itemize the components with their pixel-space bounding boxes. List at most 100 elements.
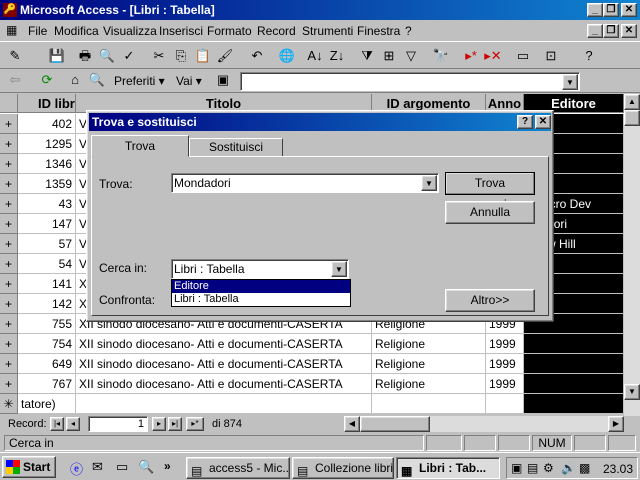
copy-icon[interactable]: ⎘ <box>170 46 192 66</box>
show-only-web-icon[interactable]: ▣ <box>212 70 234 90</box>
cell-argomento[interactable]: Religione <box>372 374 486 394</box>
new-object-icon[interactable]: ⊡ <box>540 46 562 66</box>
go-menu[interactable]: Vai ▾ <box>176 74 202 88</box>
cut-icon[interactable]: ✂ <box>148 46 170 66</box>
cell-titolo[interactable]: XII sinodo diocesano- Atti e documenti-C… <box>76 354 372 374</box>
menu-inserisci[interactable]: Inserisci <box>159 24 203 38</box>
cell-anno[interactable]: 1999 <box>486 374 524 394</box>
expand-plus-icon[interactable]: + <box>0 154 18 174</box>
taskbar-task-access5[interactable]: ▤ access5 - Mic... <box>186 457 290 479</box>
ie-icon[interactable]: ⓔ <box>70 459 83 478</box>
cell-id[interactable]: 1295 <box>18 134 76 154</box>
cell-argomento[interactable] <box>372 394 486 414</box>
minimize-button[interactable]: _ <box>587 3 603 17</box>
dropdown-option-libri[interactable]: Libri : Tabella <box>172 293 350 306</box>
close-button[interactable]: ✕ <box>621 3 637 17</box>
scroll-thumb[interactable] <box>624 110 640 126</box>
clock[interactable]: 23.03 <box>603 462 633 476</box>
expand-plus-icon[interactable]: + <box>0 334 18 354</box>
menu-modifica[interactable]: Modifica <box>54 24 99 38</box>
apply-filter-icon[interactable]: ▽ <box>400 46 422 66</box>
address-input[interactable]: ▼ <box>240 72 580 91</box>
cell-id[interactable]: 54 <box>18 254 76 274</box>
cell-anno[interactable] <box>486 394 524 414</box>
channels-icon[interactable]: 🔍 <box>138 459 154 475</box>
scroll-down-button[interactable]: ▼ <box>624 384 640 400</box>
chevron-down-icon[interactable]: ▼ <box>331 261 347 277</box>
document-icon[interactable]: ▦ <box>6 23 17 37</box>
tray-icon-3[interactable]: ⚙ <box>543 461 554 475</box>
cell-anno[interactable]: 1999 <box>486 354 524 374</box>
next-record-button[interactable]: ▸ <box>152 417 166 431</box>
expand-plus-icon[interactable]: + <box>0 234 18 254</box>
menu-file[interactable]: File <box>28 24 47 38</box>
record-number-input[interactable]: 1 <box>88 416 148 432</box>
expand-plus-icon[interactable]: + <box>0 354 18 374</box>
chevron-down-icon[interactable]: ▼ <box>421 175 437 191</box>
menu-record[interactable]: Record <box>257 24 296 38</box>
dialog-titlebar[interactable]: Trova e sostituisci ? ✕ <box>89 113 551 131</box>
new-record-indicator-icon[interactable]: ✳ <box>0 394 18 414</box>
cell-id[interactable]: 402 <box>18 114 76 134</box>
preview-icon[interactable]: 🔍 <box>96 46 118 66</box>
menu-formato[interactable]: Formato <box>207 24 252 38</box>
expand-plus-icon[interactable]: + <box>0 314 18 334</box>
expand-plus-icon[interactable]: + <box>0 214 18 234</box>
spelling-icon[interactable]: ✓ <box>118 46 140 66</box>
scroll-left-button[interactable]: ◀ <box>344 416 360 432</box>
office-assistant-icon[interactable]: ? <box>578 46 600 66</box>
cell-editore[interactable] <box>524 374 624 394</box>
prev-record-button[interactable]: ◂ <box>66 417 80 431</box>
outlook-icon[interactable]: ✉ <box>92 459 103 475</box>
hyperlink-icon[interactable]: 🌐 <box>276 46 298 66</box>
cell-id[interactable]: 754 <box>18 334 76 354</box>
doc-restore-button[interactable]: ❐ <box>603 24 619 38</box>
sort-desc-icon[interactable]: Z↓ <box>326 46 348 66</box>
doc-close-button[interactable]: ✕ <box>621 24 637 38</box>
table-row[interactable]: +649 XII sinodo diocesano- Atti e documen… <box>0 354 624 374</box>
expand-plus-icon[interactable]: + <box>0 134 18 154</box>
menu-strumenti[interactable]: Strumenti <box>302 24 353 38</box>
cell-id[interactable]: 767 <box>18 374 76 394</box>
cancel-button[interactable]: Annulla <box>445 201 535 224</box>
more-button[interactable]: Altro>> <box>445 289 535 312</box>
favorites-menu[interactable]: Preferiti ▾ <box>114 74 165 88</box>
tray-icon-2[interactable]: ▤ <box>527 461 538 475</box>
first-record-button[interactable]: |◂ <box>50 417 64 431</box>
cell-argomento[interactable]: Religione <box>372 354 486 374</box>
undo-icon[interactable]: ↶ <box>246 46 268 66</box>
cell-id[interactable]: 1359 <box>18 174 76 194</box>
cell-id[interactable]: 1346 <box>18 154 76 174</box>
cell-titolo[interactable]: XII sinodo diocesano- Atti e documenti-C… <box>76 334 372 354</box>
table-row[interactable]: +767 XII sinodo diocesano- Atti e documen… <box>0 374 624 394</box>
find-icon[interactable]: 🔭 <box>430 46 452 66</box>
cell-titolo[interactable] <box>76 394 372 414</box>
cell-id[interactable]: 649 <box>18 354 76 374</box>
cell-id[interactable]: 147 <box>18 214 76 234</box>
delete-record-icon[interactable]: ▸✕ <box>482 46 504 66</box>
new-record-icon[interactable]: ▸* <box>460 46 482 66</box>
search-web-icon[interactable]: 🔍 <box>86 70 108 90</box>
back-icon[interactable]: ⇦ <box>4 70 26 90</box>
dropdown-option-editore[interactable]: Editore <box>172 280 350 293</box>
cell-argomento[interactable]: Religione <box>372 334 486 354</box>
cell-id[interactable]: 57 <box>18 234 76 254</box>
horizontal-scrollbar[interactable]: ◀ ▶ <box>344 416 624 432</box>
refresh-icon[interactable]: ⟳ <box>36 70 58 90</box>
paste-icon[interactable]: 📋 <box>192 46 214 66</box>
expand-plus-icon[interactable]: + <box>0 274 18 294</box>
last-record-button[interactable]: ▸| <box>168 417 182 431</box>
home-icon[interactable]: ⌂ <box>64 70 86 90</box>
cell-id[interactable]: tatore) <box>18 394 76 414</box>
dialog-close-button[interactable]: ✕ <box>535 115 551 129</box>
expand-plus-icon[interactable]: + <box>0 294 18 314</box>
dialog-help-button[interactable]: ? <box>517 115 533 129</box>
vertical-scrollbar[interactable]: ▲ ▼ <box>624 94 640 416</box>
cell-titolo[interactable]: XII sinodo diocesano- Atti e documenti-C… <box>76 374 372 394</box>
h-scroll-thumb[interactable] <box>360 416 430 432</box>
new-record-nav-button[interactable]: ▸* <box>186 417 204 431</box>
print-icon[interactable]: 🖶 <box>74 46 96 66</box>
view-icon[interactable]: ✎ <box>4 46 26 66</box>
maximize-button[interactable]: ❐ <box>603 3 619 17</box>
save-icon[interactable]: 💾 <box>46 46 68 66</box>
